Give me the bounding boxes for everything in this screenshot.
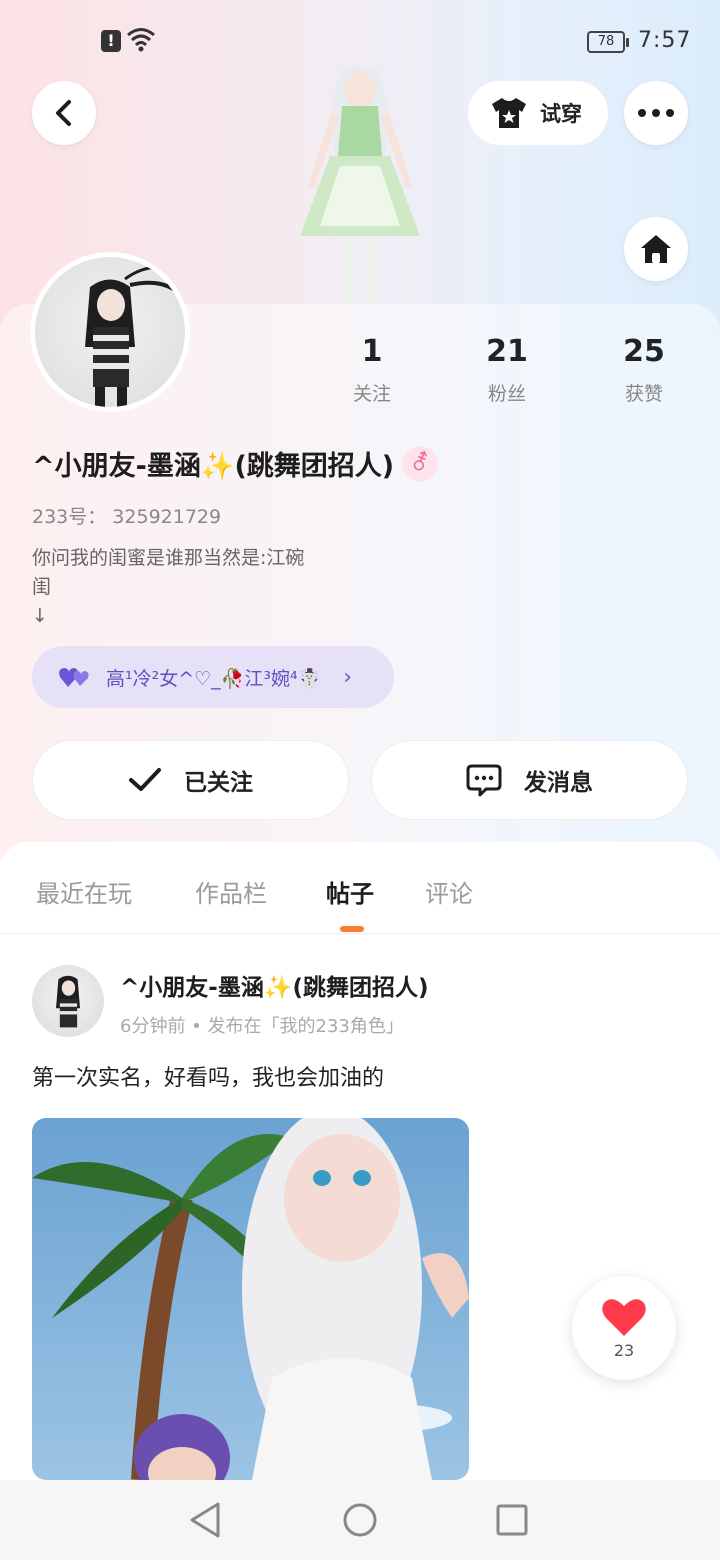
battery-indicator: 78: [587, 31, 629, 53]
home-button[interactable]: [624, 217, 688, 281]
chevron-right-icon: ›: [343, 664, 353, 690]
post-photo-scene: [32, 1118, 469, 1480]
like-button[interactable]: 23: [572, 1276, 676, 1380]
chevron-left-icon: [56, 100, 71, 126]
post-image[interactable]: [32, 1118, 469, 1480]
try-on-button[interactable]: 试穿: [468, 81, 608, 145]
stat-fans[interactable]: 21 粉丝: [447, 334, 567, 406]
back-button[interactable]: [32, 81, 96, 145]
following-label: 关注: [352, 383, 391, 405]
avatar-character-image: [85, 266, 185, 407]
stat-following[interactable]: 1 关注: [312, 334, 432, 406]
post-author-avatar[interactable]: [32, 965, 104, 1037]
active-tab-indicator: [340, 926, 364, 932]
fans-label: 粉丝: [487, 383, 526, 405]
heart-icon: [602, 1298, 646, 1336]
clock: 7:57: [638, 28, 692, 53]
like-count: 23: [613, 1340, 635, 1360]
tshirt-icon: [492, 98, 526, 128]
followed-label: 已关注: [184, 770, 253, 796]
nav-back-icon[interactable]: [186, 1500, 226, 1540]
alert-icon: !: [101, 30, 121, 52]
checkmark-icon: [129, 768, 161, 791]
more-options-button[interactable]: [624, 81, 688, 145]
system-navigation-bar: [0, 1480, 720, 1560]
following-count: 1: [361, 334, 383, 369]
likes-received-count: 25: [623, 334, 665, 369]
tab-works[interactable]: 作品栏: [195, 874, 267, 909]
female-gender-icon: ⚦: [402, 445, 439, 482]
profile-nickname-row: ^小朋友-墨涵✨(跳舞团招人) ⚦: [32, 444, 439, 483]
profile-nickname: ^小朋友-墨涵✨(跳舞团招人): [32, 451, 395, 482]
tab-recently-played[interactable]: 最近在玩: [36, 874, 132, 909]
followed-button[interactable]: 已关注: [32, 740, 349, 820]
fans-count: 21: [486, 334, 528, 369]
send-message-button[interactable]: 发消息: [371, 740, 688, 820]
profile-bio: 你问我的闺蜜是谁那当然是:江碗 闺 ↓: [32, 547, 305, 627]
tabs-divider: [0, 933, 720, 934]
tab-comments[interactable]: 评论: [425, 874, 473, 909]
more-dots-icon: [638, 109, 674, 117]
tab-posts[interactable]: 帖子: [326, 874, 374, 909]
send-message-label: 发消息: [524, 770, 593, 796]
avatar-3d-figure: [300, 66, 420, 306]
profile-avatar[interactable]: [30, 252, 190, 412]
post-avatar-image: [56, 975, 80, 1028]
try-on-label: 试穿: [540, 102, 582, 126]
double-heart-icon: [59, 668, 89, 687]
stat-likes[interactable]: 25 获赞: [584, 334, 704, 406]
chat-bubble-icon: [466, 764, 502, 797]
likes-received-label: 获赞: [624, 383, 663, 405]
nav-home-icon[interactable]: [340, 1500, 380, 1540]
wifi-icon: [127, 28, 155, 52]
relationship-tag[interactable]: 高¹冷²女^♡_🥀江³婉⁴☃️ ›: [32, 646, 394, 708]
home-icon: [641, 235, 671, 263]
post-author-name[interactable]: ^小朋友-墨涵✨(跳舞团招人): [120, 968, 428, 1002]
post-meta: 6分钟前 • 发布在「我的233角色」: [120, 1016, 404, 1037]
post-text: 第一次实名，好看吗，我也会加油的: [32, 1066, 385, 1091]
user-id: 233号： 325921729: [32, 506, 222, 528]
nav-recents-icon[interactable]: [492, 1500, 532, 1540]
relationship-tag-text: 高¹冷²女^♡_🥀江³婉⁴☃️: [106, 667, 322, 690]
